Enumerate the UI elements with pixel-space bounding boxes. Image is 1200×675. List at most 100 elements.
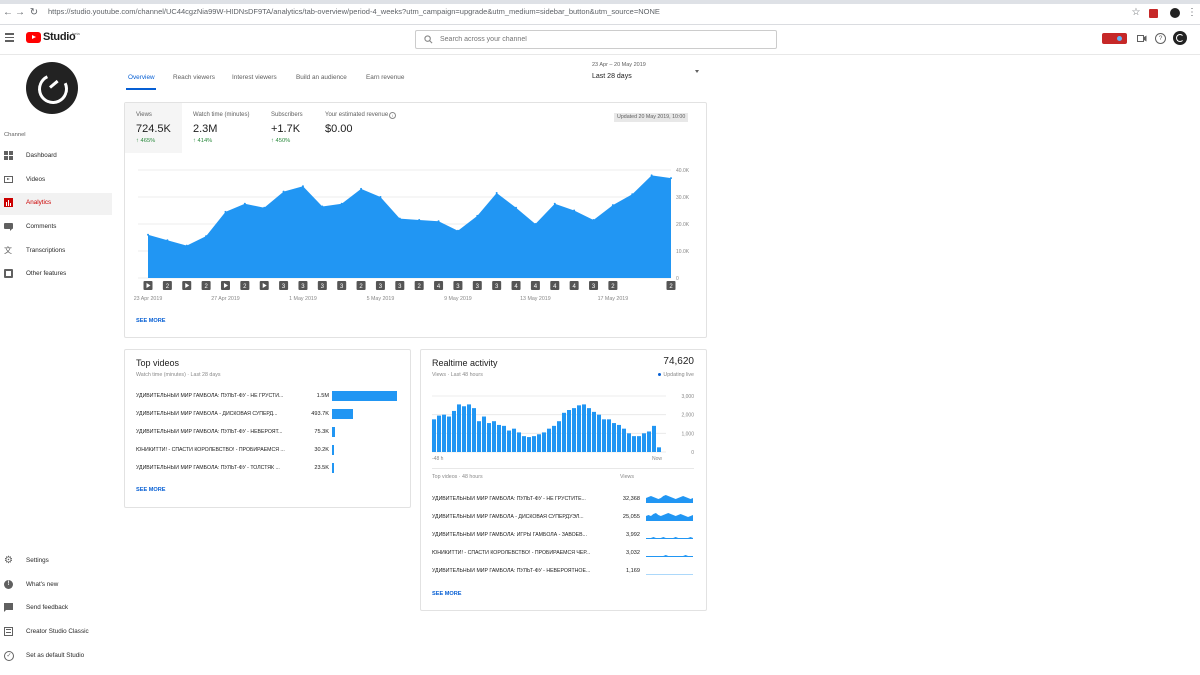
profile-icon[interactable] [1170,8,1180,18]
data-point[interactable] [437,220,440,223]
sidebar-item-whats-new[interactable]: ! What's new [0,575,112,597]
video-published-marker[interactable] [259,281,269,290]
realtime-bar[interactable] [532,436,536,452]
top-video-title[interactable]: УДИВИТЕЛЬНЫЙ МИР ГАМБОЛА: ПУЛЬТ-ФУ - НЕ … [136,393,308,399]
help-icon[interactable]: ? [1155,33,1166,44]
bookmark-star-icon[interactable]: ☆ [1130,7,1142,19]
account-avatar[interactable] [1173,31,1187,45]
browser-menu-icon[interactable]: ⋮ [1186,7,1198,19]
see-more-link[interactable]: SEE MORE [136,487,166,493]
monetization-badge[interactable] [1102,33,1127,44]
reload-icon[interactable]: ↻ [28,7,40,19]
realtime-bar[interactable] [507,430,511,452]
data-point[interactable] [224,210,227,213]
data-point[interactable] [360,187,363,190]
data-point[interactable] [456,229,459,232]
realtime-bar[interactable] [492,421,496,452]
data-point[interactable] [243,202,246,205]
realtime-bar[interactable] [602,419,606,452]
sidebar-item-set-default[interactable]: ✓ Set as default Studio [0,646,112,668]
sidebar-item-videos[interactable]: Videos [0,170,112,192]
realtime-bar[interactable] [572,408,576,452]
sidebar-item-send-feedback[interactable]: Send feedback [0,598,112,620]
data-point[interactable] [340,202,343,205]
create-video-icon[interactable] [1137,34,1147,43]
realtime-video-title[interactable]: УДИВИТЕЛЬНЫЙ МИР ГАМБОЛА: ИГРЫ ГАМБОЛА -… [432,532,608,538]
youtube-logo-icon[interactable] [26,32,41,43]
data-point[interactable] [379,196,382,198]
data-point[interactable] [573,209,576,212]
videos-count-marker[interactable]: 4 [550,281,560,290]
top-video-title[interactable]: УДИВИТЕЛЬНЫЙ МИР ГАМБОЛА: ПУЛЬТ-ФУ - ТОЛ… [136,465,308,471]
realtime-bar[interactable] [447,416,451,452]
realtime-bar[interactable] [567,410,571,452]
sidebar-item-comments[interactable]: Comments [0,217,112,239]
info-icon[interactable]: i [389,112,396,119]
metric-label[interactable]: Watch time (minutes) [193,112,249,118]
realtime-bar[interactable] [642,433,646,452]
sidebar-item-dashboard[interactable]: Dashboard [0,146,112,168]
data-point[interactable] [263,206,266,209]
data-point[interactable] [418,218,421,221]
realtime-bar[interactable] [467,404,471,452]
realtime-bar[interactable] [562,412,566,452]
back-icon[interactable]: ← [2,7,14,19]
data-point[interactable] [166,239,169,242]
realtime-bar[interactable] [527,437,531,452]
videos-count-marker[interactable]: 2 [201,281,211,290]
tab-reach-viewers[interactable]: Reach viewers [173,74,215,81]
videos-count-marker[interactable]: 3 [375,281,385,290]
videos-count-marker[interactable]: 3 [589,281,599,290]
realtime-bar[interactable] [637,436,641,452]
videos-count-marker[interactable]: 3 [279,281,289,290]
realtime-bar[interactable] [472,408,476,452]
date-range-selector[interactable]: 23 Apr – 20 May 2019 Last 28 days [592,62,702,86]
realtime-video-title[interactable]: УДИВИТЕЛЬНЫЙ МИР ГАМБОЛА: ПУЛЬТ-ФУ - НЕ … [432,496,608,502]
see-more-link[interactable]: SEE MORE [136,318,166,324]
realtime-bar[interactable] [522,436,526,452]
realtime-bar[interactable] [582,404,586,452]
data-point[interactable] [398,217,401,220]
data-point[interactable] [631,193,634,196]
metric-label[interactable]: Subscribers [271,112,303,118]
forward-icon[interactable]: → [14,7,26,19]
data-point[interactable] [205,235,208,238]
realtime-bar[interactable] [612,423,616,452]
realtime-bar[interactable] [497,424,501,452]
realtime-bar[interactable] [592,411,596,452]
videos-count-marker[interactable]: 2 [666,281,676,290]
search-box[interactable] [415,30,777,49]
realtime-bar[interactable] [502,425,506,452]
realtime-video-title[interactable]: УДИВИТЕЛЬНЫЙ МИР ГАМБОЛА: ПУЛЬТ-ФУ - НЕВ… [432,568,608,574]
videos-count-marker[interactable]: 3 [337,281,347,290]
tab-build-audience[interactable]: Build an audience [296,74,347,81]
realtime-bar[interactable] [457,404,461,452]
see-more-link[interactable]: SEE MORE [432,591,462,597]
realtime-bar[interactable] [452,410,456,452]
data-point[interactable] [515,206,518,209]
realtime-bar[interactable] [597,414,601,452]
videos-count-marker[interactable]: 3 [492,281,502,290]
realtime-bar[interactable] [462,406,466,452]
realtime-bar[interactable] [432,419,436,452]
data-point[interactable] [282,190,285,193]
video-published-marker[interactable] [143,281,153,290]
realtime-bar[interactable] [632,436,636,452]
top-video-title[interactable]: УДИВИТЕЛЬНЫЙ МИР ГАМБОЛА - ДИСКОВАЯ СУПЕ… [136,411,308,417]
metric-label[interactable]: Your estimated revenue [325,112,388,118]
videos-count-marker[interactable]: 3 [317,281,327,290]
data-point[interactable] [147,233,149,236]
sidebar-item-other-features[interactable]: Other features [0,264,112,286]
video-published-marker[interactable] [220,281,230,290]
realtime-bar[interactable] [537,434,541,452]
data-point[interactable] [476,214,479,217]
sidebar-item-analytics[interactable]: Analytics [0,193,112,215]
videos-count-marker[interactable]: 4 [530,281,540,290]
data-point[interactable] [670,177,672,180]
realtime-bar[interactable] [487,423,491,452]
extension-icon[interactable] [1149,9,1158,18]
tab-earn-revenue[interactable]: Earn revenue [366,74,404,81]
data-point[interactable] [321,205,324,208]
realtime-bar[interactable] [607,419,611,452]
realtime-bar[interactable] [482,416,486,452]
